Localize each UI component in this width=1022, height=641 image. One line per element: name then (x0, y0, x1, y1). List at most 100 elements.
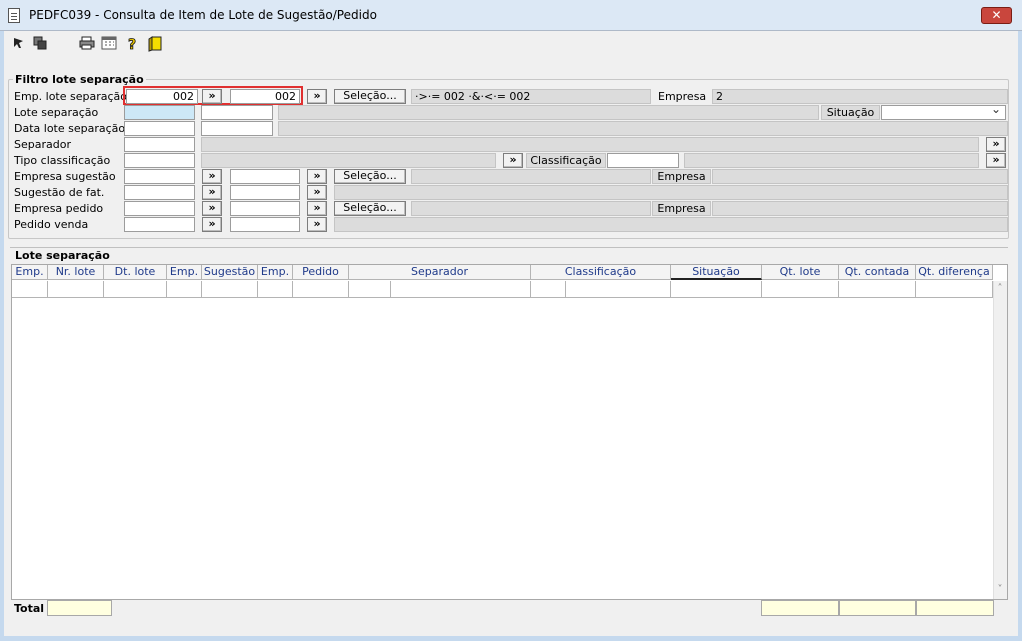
separador-input[interactable] (124, 137, 195, 152)
total-count-field (47, 600, 112, 616)
col-header-nr-lote[interactable]: Nr. lote (48, 265, 104, 280)
copy-icon[interactable] (32, 36, 48, 52)
empresa-pedido-to-input[interactable] (230, 201, 300, 216)
separador-label: Separador (14, 138, 71, 151)
col-header-emp-pedido[interactable]: Emp. (258, 265, 293, 280)
emp-lote-lookup-button[interactable]: » (307, 89, 327, 104)
pedido-venda-to-input[interactable] (230, 217, 300, 232)
empresa-pedido-selecao-button[interactable]: Seleção... (334, 201, 406, 216)
scroll-down-arrow[interactable]: ˅ (995, 584, 1005, 596)
document-icon (8, 8, 20, 23)
empresa-sugestao-label: Empresa sugestão (14, 170, 116, 183)
empresa-value: 2 (712, 89, 1008, 104)
sugestao-fat-lookup-button[interactable]: » (307, 185, 327, 200)
calendar-icon[interactable] (101, 36, 117, 52)
lote-separacao-to-input[interactable] (201, 105, 273, 120)
empresa-pedido-from-input[interactable] (124, 201, 195, 216)
svg-text:?: ? (128, 37, 136, 52)
table-cell[interactable] (48, 281, 104, 298)
table-cell[interactable] (531, 281, 566, 298)
emp-lote-from-input[interactable]: 002 (126, 89, 198, 104)
close-button[interactable]: ✕ (981, 7, 1012, 24)
table-cell[interactable] (671, 281, 762, 298)
pedido-venda-from-input[interactable] (124, 217, 195, 232)
empresa-pedido-empresa-value (712, 201, 1008, 216)
table-cell[interactable] (839, 281, 916, 298)
col-header-separador[interactable]: Separador (349, 265, 531, 280)
empresa-pedido-lookup-button[interactable]: » (307, 201, 327, 216)
emp-lote-to-input[interactable]: 002 (230, 89, 300, 104)
col-header-emp-lote[interactable]: Emp. (12, 265, 48, 280)
empresa-sugestao-to-input[interactable] (230, 169, 300, 184)
table-cell[interactable] (167, 281, 202, 298)
col-header-pedido[interactable]: Pedido (293, 265, 349, 280)
print-icon[interactable] (79, 36, 95, 52)
col-header-classificacao[interactable]: Classificação (531, 265, 671, 280)
table-cell[interactable] (202, 281, 258, 298)
col-header-qt-contada[interactable]: Qt. contada (839, 265, 916, 280)
col-header-emp-sugestao[interactable]: Emp. (167, 265, 202, 280)
situacao-select[interactable] (881, 105, 1006, 120)
separador-lookup-button[interactable]: » (986, 137, 1006, 152)
section-divider (10, 247, 1008, 248)
empresa-sugestao-from-input[interactable] (124, 169, 195, 184)
exit-icon[interactable] (148, 36, 164, 52)
results-grid[interactable] (11, 264, 1008, 600)
table-cell[interactable] (104, 281, 167, 298)
emp-lote-range-button[interactable]: » (202, 89, 222, 104)
lote-separacao-label: Lote separação (14, 106, 99, 119)
grid-legend: Lote separação (13, 249, 112, 262)
arrow-select-icon[interactable] (11, 36, 27, 52)
empresa-pedido-range-button[interactable]: » (202, 201, 222, 216)
data-lote-to-input[interactable] (201, 121, 273, 136)
scroll-up-arrow[interactable]: ˄ (995, 283, 1005, 295)
col-header-sugestao[interactable]: Sugestão (202, 265, 258, 280)
pedido-venda-desc (334, 217, 1008, 232)
lote-separacao-from-input[interactable] (124, 105, 195, 120)
col-header-qt-diferenca[interactable]: Qt. diferença (916, 265, 993, 280)
col-header-qt-lote[interactable]: Qt. lote (762, 265, 839, 280)
tipo-classificacao-input[interactable] (124, 153, 195, 168)
table-cell[interactable] (258, 281, 293, 298)
classificacao-lookup-button[interactable]: » (986, 153, 1006, 168)
data-lote-desc (278, 121, 1008, 136)
pedido-venda-lookup-button[interactable]: » (307, 217, 327, 232)
grid-scrollbar[interactable] (993, 281, 1007, 599)
empresa-sugestao-empresa-value (712, 169, 1008, 184)
selection-expression: ·>·= 002 ·&·<·= 002 (411, 89, 651, 104)
col-header-situacao[interactable]: Situação (671, 265, 762, 280)
empresa-pedido-label: Empresa pedido (14, 202, 104, 215)
empresa-pedido-expression (411, 201, 651, 216)
empresa-label: Empresa (658, 90, 707, 103)
empresa-sugestao-expression (411, 169, 651, 184)
table-cell[interactable] (349, 281, 391, 298)
col-header-dt-lote[interactable]: Dt. lote (104, 265, 167, 280)
total-label: Total (14, 602, 45, 615)
table-cell[interactable] (391, 281, 531, 298)
empresa-sugestao-range-button[interactable]: » (202, 169, 222, 184)
total-qt-contada-field (839, 600, 916, 616)
sugestao-fat-from-input[interactable] (124, 185, 195, 200)
empresa-pedido-empresa-label: Empresa (652, 201, 711, 216)
sugestao-fat-desc (334, 185, 1008, 200)
empresa-sugestao-selecao-button[interactable]: Seleção... (334, 169, 406, 184)
table-cell[interactable] (293, 281, 349, 298)
table-cell[interactable] (916, 281, 993, 298)
window-title: PEDFC039 - Consulta de Item de Lote de S… (29, 8, 377, 22)
tipo-classificacao-lookup-button[interactable]: » (503, 153, 523, 168)
lote-separacao-desc (278, 105, 819, 120)
sugestao-fat-range-button[interactable]: » (202, 185, 222, 200)
pedido-venda-label: Pedido venda (14, 218, 89, 231)
empresa-sugestao-lookup-button[interactable]: » (307, 169, 327, 184)
data-lote-from-input[interactable] (124, 121, 195, 136)
help-icon[interactable]: ? (125, 36, 141, 54)
table-cell[interactable] (566, 281, 671, 298)
emp-lote-selecao-button[interactable]: Seleção... (334, 89, 406, 104)
table-cell[interactable] (762, 281, 839, 298)
sugestao-fat-to-input[interactable] (230, 185, 300, 200)
classificacao-input[interactable] (607, 153, 679, 168)
classificacao-label: Classificação (526, 153, 606, 168)
tipo-classificacao-desc (201, 153, 496, 168)
table-cell[interactable] (12, 281, 48, 298)
pedido-venda-range-button[interactable]: » (202, 217, 222, 232)
